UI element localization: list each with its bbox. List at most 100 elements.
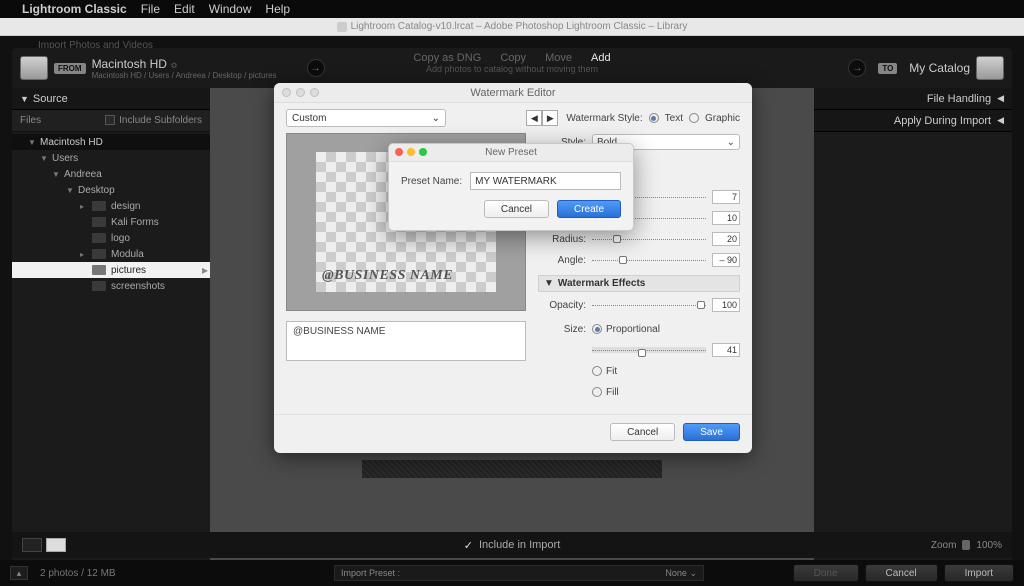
mode-subtitle: Add photos to catalog without moving the… xyxy=(413,64,610,74)
watermark-preview-text: @BUSINESS NAME xyxy=(322,268,453,284)
next-button[interactable]: ▶ xyxy=(542,110,558,126)
chevron-right-icon: ▸ xyxy=(202,263,210,277)
source-disk-icon[interactable] xyxy=(20,56,48,80)
watermark-effects-header[interactable]: ▼Watermark Effects xyxy=(538,275,740,292)
watermark-title: Watermark Editor xyxy=(470,87,555,99)
menu-edit[interactable]: Edit xyxy=(174,2,195,16)
menu-window[interactable]: Window xyxy=(209,2,252,16)
cancel-button[interactable]: Cancel xyxy=(865,564,938,582)
radius-label: Radius: xyxy=(538,234,592,245)
size-proportional-radio[interactable] xyxy=(592,324,602,334)
tree-root[interactable]: ▼Macintosh HD xyxy=(12,134,210,150)
preset-titlebar: New Preset xyxy=(389,144,633,162)
mode-copy[interactable]: Copy xyxy=(500,52,526,64)
include-subfolders-label: Include Subfolders xyxy=(119,115,202,126)
tree-item[interactable]: ▸design xyxy=(12,198,210,214)
menu-help[interactable]: Help xyxy=(265,2,290,16)
import-preset-select[interactable]: Import Preset : None ⌄ xyxy=(334,565,704,581)
value-box[interactable]: 7 xyxy=(712,190,740,204)
app-name[interactable]: Lightroom Classic xyxy=(22,2,127,16)
tree-item[interactable]: screenshots xyxy=(12,278,210,294)
tree-andreea[interactable]: ▼Andreea xyxy=(12,166,210,182)
watermark-text-input[interactable]: @BUSINESS NAME xyxy=(286,321,526,361)
watermark-preset-select[interactable]: Custom⌄ xyxy=(286,109,446,127)
import-button[interactable]: Import xyxy=(944,564,1014,582)
angle-slider[interactable] xyxy=(592,254,706,266)
apply-during-import-header[interactable]: Apply During Import◀ xyxy=(814,110,1012,132)
preset-cancel-button[interactable]: Cancel xyxy=(484,200,549,218)
window-title: Lightroom Catalog-v10.lrcat – Adobe Phot… xyxy=(351,21,688,32)
grid-view-button[interactable] xyxy=(22,538,42,552)
files-row: Files Include Subfolders xyxy=(12,110,210,132)
traffic-lights[interactable] xyxy=(395,148,427,156)
preset-name-label: Preset Name: xyxy=(401,176,462,187)
photo-count: 2 photos / 12 MB xyxy=(40,568,116,579)
include-in-import-toggle[interactable]: Include in Import xyxy=(479,539,560,551)
tree-item[interactable]: Kali Forms xyxy=(12,214,210,230)
size-fill-radio[interactable] xyxy=(592,387,602,397)
opacity-slider[interactable] xyxy=(592,299,706,311)
loupe-view-button[interactable] xyxy=(46,538,66,552)
window-titlebar: Lightroom Catalog-v10.lrcat – Adobe Phot… xyxy=(0,18,1024,36)
zoom-value: 100% xyxy=(976,540,1002,551)
status-bar: ▴ 2 photos / 12 MB Import Preset : None … xyxy=(0,560,1024,586)
to-badge: TO xyxy=(878,63,897,74)
menu-file[interactable]: File xyxy=(141,2,160,16)
new-preset-dialog: New Preset Preset Name: Cancel Create xyxy=(388,143,634,231)
tree-item[interactable]: ▸Modula xyxy=(12,246,210,262)
watermark-save-button[interactable]: Save xyxy=(683,423,740,441)
tree-item[interactable]: logo xyxy=(12,230,210,246)
folder-tree: ▼Macintosh HD ▼Users ▼Andreea ▼Desktop ▸… xyxy=(12,132,210,296)
files-label[interactable]: Files xyxy=(20,115,41,126)
file-handling-header[interactable]: File Handling◀ xyxy=(814,88,1012,110)
offset-value[interactable]: 10 xyxy=(712,211,740,225)
size-value[interactable]: 41 xyxy=(712,343,740,357)
watermark-cancel-button[interactable]: Cancel xyxy=(610,423,675,441)
mode-add[interactable]: Add xyxy=(591,52,611,64)
tree-desktop[interactable]: ▼Desktop xyxy=(12,182,210,198)
bottom-toolbar: ✓ Include in Import Zoom 100% xyxy=(12,532,1012,558)
mode-move[interactable]: Move xyxy=(545,52,572,64)
opacity-value[interactable]: 100 xyxy=(712,298,740,312)
zoom-slider[interactable] xyxy=(962,540,970,550)
angle-label: Angle: xyxy=(538,255,592,266)
size-slider[interactable] xyxy=(592,347,706,353)
angle-value[interactable]: – 90 xyxy=(712,253,740,267)
radius-slider[interactable] xyxy=(592,233,706,245)
traffic-lights[interactable] xyxy=(282,88,319,97)
watermark-titlebar: Watermark Editor xyxy=(274,83,752,103)
preset-create-button[interactable]: Create xyxy=(557,200,621,218)
watermark-style-label: Watermark Style: xyxy=(566,113,642,124)
style-text-radio[interactable] xyxy=(649,113,659,123)
style-graphic-radio[interactable] xyxy=(689,113,699,123)
chevron-down-icon: ⌄ xyxy=(689,568,697,578)
tree-item-selected[interactable]: pictures▸ xyxy=(12,262,210,278)
right-panel: File Handling◀ Apply During Import◀ xyxy=(814,88,1012,568)
left-panel: ▼Source Files Include Subfolders ▼Macint… xyxy=(12,88,210,568)
zoom-label: Zoom xyxy=(931,540,957,551)
source-path: Macintosh HD / Users / Andreea / Desktop… xyxy=(92,71,277,80)
document-icon xyxy=(337,22,347,32)
prev-button[interactable]: ◀ xyxy=(526,110,542,126)
dest-disk-icon[interactable] xyxy=(976,56,1004,80)
import-top-bar: FROM Macintosh HD ≎ Macintosh HD / Users… xyxy=(12,48,1012,88)
expand-button[interactable]: ▴ xyxy=(10,566,28,580)
size-fit-radio[interactable] xyxy=(592,366,602,376)
preset-title: New Preset xyxy=(485,147,537,158)
watermark-editor-dialog: Watermark Editor Custom⌄ ◀▶ Watermark St… xyxy=(274,83,752,453)
source-disk-name[interactable]: Macintosh HD ≎ xyxy=(92,57,277,71)
preview-stepper[interactable]: ◀▶ xyxy=(526,110,558,126)
source-arrow-icon[interactable]: → xyxy=(307,59,325,77)
check-icon: ✓ xyxy=(464,539,473,552)
preset-name-input[interactable] xyxy=(470,172,621,190)
include-subfolders-checkbox[interactable] xyxy=(105,115,115,125)
tree-users[interactable]: ▼Users xyxy=(12,150,210,166)
done-button[interactable]: Done xyxy=(793,564,859,582)
thumbnail-strip xyxy=(362,460,662,478)
dest-arrow-icon[interactable]: → xyxy=(848,59,866,77)
source-panel-header[interactable]: ▼Source xyxy=(12,88,210,110)
dest-catalog[interactable]: My Catalog xyxy=(909,61,970,75)
size-label: Size: xyxy=(538,324,592,335)
radius-value[interactable]: 20 xyxy=(712,232,740,246)
mode-copy-dng[interactable]: Copy as DNG xyxy=(413,52,481,64)
